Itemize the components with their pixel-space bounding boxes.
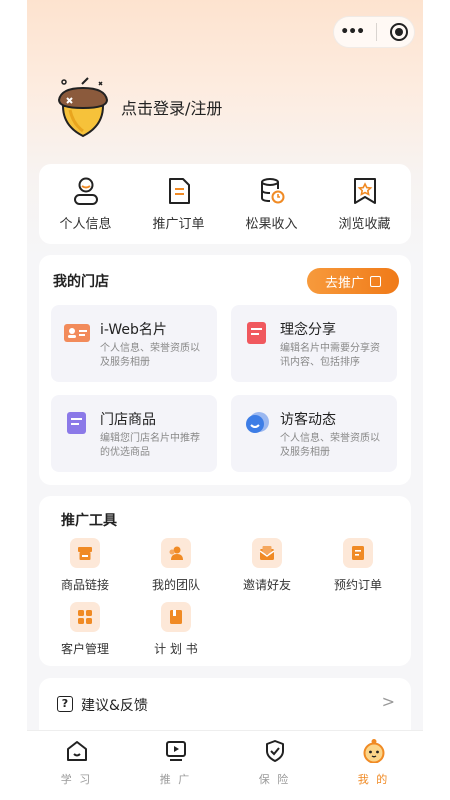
question-icon: ?: [57, 696, 73, 712]
tab-label: 推 广: [159, 773, 192, 786]
tab-insurance[interactable]: 保 险: [225, 731, 324, 800]
tile-title: 访客动态: [280, 412, 336, 428]
promo-tools-card: 推广工具 商品链接 我的团队 邀请好友 预约订单 客户管理 计 划 书: [39, 496, 411, 666]
play-icon: [165, 741, 186, 761]
team-icon: [161, 538, 191, 568]
income-database-icon: [260, 178, 284, 204]
capsule-divider: [376, 23, 378, 41]
share-doc-icon: [247, 322, 266, 344]
quick-link-favorites[interactable]: 浏览收藏: [325, 176, 405, 232]
store-tile-visitors[interactable]: 访客动态 个人信息、荣誉资质以及服务相册: [231, 395, 397, 472]
tool-label: 计 划 书: [154, 642, 198, 656]
profile-header[interactable]: 点击登录/注册: [55, 76, 222, 138]
tool-plan-book[interactable]: 计 划 书: [136, 602, 216, 657]
tool-label: 商品链接: [60, 578, 109, 592]
tool-invite-friends[interactable]: 邀请好友: [227, 538, 307, 593]
quick-link-income[interactable]: 松果收入: [232, 176, 312, 232]
store-tile-goods[interactable]: 门店商品 编辑您门店名片中推荐的优选商品: [51, 395, 217, 472]
promote-button[interactable]: 去推广: [307, 268, 399, 294]
feedback-label: 建议&反馈: [81, 698, 148, 714]
customer-grid-icon: [70, 602, 100, 632]
tile-description: 编辑您门店名片中推荐的优选商品: [100, 433, 200, 458]
store-tile-business-card[interactable]: i-Web名片 个人信息、荣誉资质以及服务相册: [51, 305, 217, 382]
quick-link-personal-info[interactable]: 个人信息: [46, 176, 126, 232]
document-icon: [168, 178, 190, 204]
profile-screen: ••• 点击登录/注册 个人信息 推广订单 松果收入 浏览收藏 我的门店 去推广…: [27, 0, 423, 800]
visitor-icon: [246, 412, 269, 433]
promote-label: 去推广: [324, 275, 364, 291]
tile-description: 个人信息、荣誉资质以及服务相册: [280, 433, 380, 458]
appointment-icon: [343, 538, 373, 568]
quick-link-promo-orders[interactable]: 推广订单: [139, 176, 219, 232]
tab-label: 保 险: [258, 773, 291, 786]
tool-label: 客户管理: [60, 642, 109, 656]
profile-mascot-icon: [363, 739, 384, 763]
my-store-card: 我的门店 去推广 i-Web名片 个人信息、荣誉资质以及服务相册 理念分享 编辑…: [39, 255, 411, 485]
bottom-tab-bar: 学 习 推 广 保 险 我 的: [27, 730, 423, 800]
close-target-icon[interactable]: [389, 23, 408, 41]
tool-product-link[interactable]: 商品链接: [45, 538, 125, 593]
quick-links-card: 个人信息 推广订单 松果收入 浏览收藏: [39, 164, 411, 244]
store-tile-idea-share[interactable]: 理念分享 编辑名片中需要分享资讯内容、包括排序: [231, 305, 397, 382]
home-icon: [66, 741, 87, 761]
tab-label: 我 的: [357, 773, 390, 786]
mini-program-capsule: •••: [333, 16, 415, 48]
tab-mine[interactable]: 我 的: [324, 731, 423, 800]
tool-label: 我的团队: [151, 578, 200, 592]
tab-label: 学 习: [60, 773, 93, 786]
quick-link-label: 推广订单: [152, 217, 205, 232]
tool-appointment-orders[interactable]: 预约订单: [318, 538, 398, 593]
tool-customer-management[interactable]: 客户管理: [45, 602, 125, 657]
tool-label: 预约订单: [333, 578, 382, 592]
tile-title: 门店商品: [100, 412, 156, 428]
chevron-right-icon: >: [381, 692, 395, 711]
section-title: 推广工具: [61, 513, 117, 529]
product-link-icon: [70, 538, 100, 568]
tile-title: 理念分享: [280, 322, 336, 338]
shield-icon: [265, 740, 284, 762]
tab-learn[interactable]: 学 习: [27, 731, 126, 800]
quick-link-label: 个人信息: [59, 217, 112, 232]
store-goods-icon: [67, 412, 86, 434]
tile-title: i-Web名片: [100, 322, 167, 338]
login-register-link[interactable]: 点击登录/注册: [121, 95, 222, 119]
section-title: 我的门店: [53, 274, 109, 290]
business-card-icon: [64, 324, 90, 342]
quick-link-label: 松果收入: [245, 217, 298, 232]
more-icon[interactable]: •••: [340, 24, 365, 40]
invite-envelope-icon: [252, 538, 282, 568]
tool-label: 邀请好友: [242, 578, 291, 592]
quick-link-label: 浏览收藏: [338, 217, 391, 232]
plan-book-icon: [161, 602, 191, 632]
feedback-row[interactable]: ? 建议&反馈 >: [39, 678, 411, 730]
bookmark-icon: [353, 178, 376, 204]
external-link-icon: [370, 275, 381, 287]
tool-my-team[interactable]: 我的团队: [136, 538, 216, 593]
acorn-avatar-icon: [57, 77, 109, 138]
tile-description: 个人信息、荣誉资质以及服务相册: [100, 343, 200, 368]
person-icon: [73, 177, 98, 205]
tab-promote[interactable]: 推 广: [126, 731, 225, 800]
tile-description: 编辑名片中需要分享资讯内容、包括排序: [280, 343, 380, 368]
